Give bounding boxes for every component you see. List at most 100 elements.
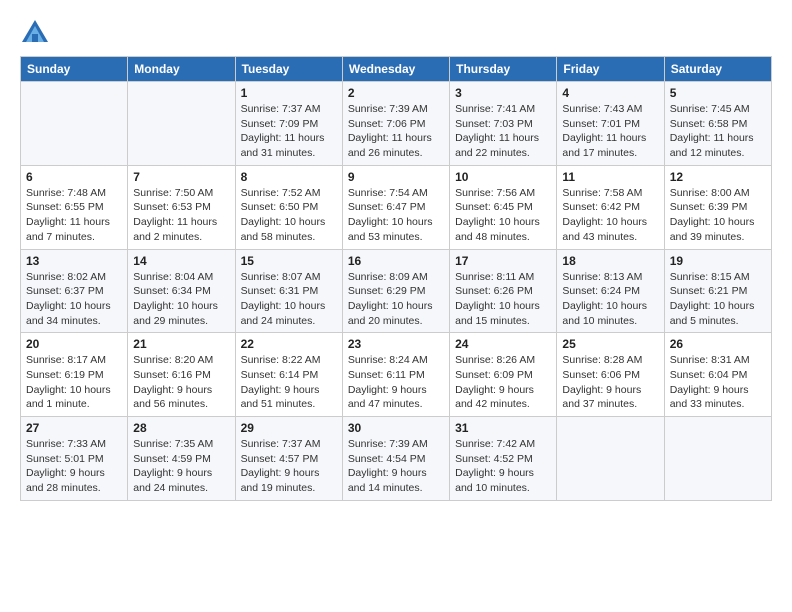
day-number: 2 (348, 86, 444, 100)
cell-info: Sunrise: 7:43 AMSunset: 7:01 PMDaylight:… (562, 102, 658, 161)
cell-info-line: Sunset: 6:45 PM (455, 200, 551, 215)
cell-info: Sunrise: 8:28 AMSunset: 6:06 PMDaylight:… (562, 353, 658, 412)
cell-info-line: Daylight: 10 hours and 1 minute. (26, 383, 122, 412)
day-number: 1 (241, 86, 337, 100)
cell-info-line: Daylight: 9 hours and 10 minutes. (455, 466, 551, 495)
cell-info-line: Daylight: 11 hours and 22 minutes. (455, 131, 551, 160)
calendar-cell: 8Sunrise: 7:52 AMSunset: 6:50 PMDaylight… (235, 165, 342, 249)
cell-info-line: Daylight: 9 hours and 37 minutes. (562, 383, 658, 412)
cell-info-line: Daylight: 9 hours and 47 minutes. (348, 383, 444, 412)
calendar-cell: 30Sunrise: 7:39 AMSunset: 4:54 PMDayligh… (342, 417, 449, 501)
cell-info: Sunrise: 7:42 AMSunset: 4:52 PMDaylight:… (455, 437, 551, 496)
cell-info-line: Sunrise: 7:56 AM (455, 186, 551, 201)
day-number: 3 (455, 86, 551, 100)
calendar-week-row: 20 Sunrise: 8:17 AMSunset: 6:19 PMDayligh… (21, 333, 772, 417)
day-number: 25 (562, 337, 658, 351)
cell-info-line: Sunset: 6:58 PM (670, 117, 766, 132)
cell-info-line: Sunrise: 8:20 AM (133, 353, 229, 368)
calendar-cell: 25 Sunrise: 8:28 AMSunset: 6:06 PMDayligh… (557, 333, 664, 417)
cell-info-line: Sunrise: 8:31 AM (670, 353, 766, 368)
calendar-cell (664, 417, 771, 501)
day-number: 12 (670, 170, 766, 184)
calendar-page: Sunday Monday Tuesday Wednesday Thursday… (0, 0, 792, 612)
cell-info-line: Daylight: 10 hours and 58 minutes. (241, 215, 337, 244)
cell-info-line: Daylight: 10 hours and 48 minutes. (455, 215, 551, 244)
cell-info-line: Sunrise: 7:58 AM (562, 186, 658, 201)
cell-info-line: Sunset: 6:53 PM (133, 200, 229, 215)
cell-info-line: Sunset: 6:50 PM (241, 200, 337, 215)
day-number: 20 (26, 337, 122, 351)
cell-info: Sunrise: 8:24 AMSunset: 6:11 PMDaylight:… (348, 353, 444, 412)
cell-info-line: Daylight: 10 hours and 15 minutes. (455, 299, 551, 328)
logo-icon (20, 16, 50, 46)
cell-info-line: Sunrise: 8:26 AM (455, 353, 551, 368)
cell-info-line: Sunrise: 7:37 AM (241, 437, 337, 452)
calendar-cell: 2Sunrise: 7:39 AMSunset: 7:06 PMDaylight… (342, 82, 449, 166)
cell-info-line: Sunrise: 7:39 AM (348, 102, 444, 117)
day-number: 18 (562, 254, 658, 268)
cell-info-line: Sunrise: 7:42 AM (455, 437, 551, 452)
calendar-cell: 23Sunrise: 8:24 AMSunset: 6:11 PMDayligh… (342, 333, 449, 417)
cell-info-line: Sunrise: 8:02 AM (26, 270, 122, 285)
day-number: 19 (670, 254, 766, 268)
cell-info: Sunrise: 8:15 AMSunset: 6:21 PMDaylight:… (670, 270, 766, 329)
calendar-table: Sunday Monday Tuesday Wednesday Thursday… (20, 56, 772, 501)
day-number: 27 (26, 421, 122, 435)
cell-info: Sunrise: 7:39 AMSunset: 4:54 PMDaylight:… (348, 437, 444, 496)
day-number: 4 (562, 86, 658, 100)
cell-info: Sunrise: 7:48 AMSunset: 6:55 PMDaylight:… (26, 186, 122, 245)
calendar-cell: 29Sunrise: 7:37 AMSunset: 4:57 PMDayligh… (235, 417, 342, 501)
header-saturday: Saturday (664, 57, 771, 82)
cell-info: Sunrise: 7:35 AMSunset: 4:59 PMDaylight:… (133, 437, 229, 496)
cell-info-line: Daylight: 10 hours and 34 minutes. (26, 299, 122, 328)
cell-info-line: Sunrise: 7:43 AM (562, 102, 658, 117)
cell-info-line: Daylight: 11 hours and 7 minutes. (26, 215, 122, 244)
cell-info: Sunrise: 7:37 AMSunset: 4:57 PMDaylight:… (241, 437, 337, 496)
cell-info-line: Sunset: 6:04 PM (670, 368, 766, 383)
calendar-cell: 6Sunrise: 7:48 AMSunset: 6:55 PMDaylight… (21, 165, 128, 249)
cell-info-line: Sunset: 6:55 PM (26, 200, 122, 215)
cell-info: Sunrise: 7:33 AMSunset: 5:01 PMDaylight:… (26, 437, 122, 496)
cell-info-line: Sunset: 6:37 PM (26, 284, 122, 299)
calendar-cell: 4 Sunrise: 7:43 AMSunset: 7:01 PMDaylight… (557, 82, 664, 166)
cell-info-line: Daylight: 10 hours and 39 minutes. (670, 215, 766, 244)
cell-info-line: Sunset: 6:11 PM (348, 368, 444, 383)
calendar-cell: 28Sunrise: 7:35 AMSunset: 4:59 PMDayligh… (128, 417, 235, 501)
calendar-cell: 21Sunrise: 8:20 AMSunset: 6:16 PMDayligh… (128, 333, 235, 417)
calendar-week-row: 6Sunrise: 7:48 AMSunset: 6:55 PMDaylight… (21, 165, 772, 249)
calendar-cell: 18Sunrise: 8:13 AMSunset: 6:24 PMDayligh… (557, 249, 664, 333)
cell-info-line: Sunrise: 8:11 AM (455, 270, 551, 285)
cell-info-line: Sunset: 6:39 PM (670, 200, 766, 215)
cell-info-line: Daylight: 10 hours and 5 minutes. (670, 299, 766, 328)
header-friday: Friday (557, 57, 664, 82)
cell-info-line: Sunrise: 7:33 AM (26, 437, 122, 452)
cell-info-line: Sunrise: 8:22 AM (241, 353, 337, 368)
calendar-cell: 14Sunrise: 8:04 AMSunset: 6:34 PMDayligh… (128, 249, 235, 333)
cell-info-line: Sunrise: 7:35 AM (133, 437, 229, 452)
cell-info-line: Sunrise: 7:39 AM (348, 437, 444, 452)
calendar-week-row: 13Sunrise: 8:02 AMSunset: 6:37 PMDayligh… (21, 249, 772, 333)
cell-info-line: Sunrise: 8:04 AM (133, 270, 229, 285)
cell-info-line: Sunset: 6:24 PM (562, 284, 658, 299)
calendar-cell: 27 Sunrise: 7:33 AMSunset: 5:01 PMDayligh… (21, 417, 128, 501)
cell-info-line: Sunrise: 7:50 AM (133, 186, 229, 201)
cell-info: Sunrise: 7:37 AMSunset: 7:09 PMDaylight:… (241, 102, 337, 161)
calendar-cell: 5Sunrise: 7:45 AMSunset: 6:58 PMDaylight… (664, 82, 771, 166)
cell-info: Sunrise: 7:45 AMSunset: 6:58 PMDaylight:… (670, 102, 766, 161)
page-header (20, 16, 772, 46)
cell-info-line: Sunset: 6:42 PM (562, 200, 658, 215)
day-number: 31 (455, 421, 551, 435)
cell-info: Sunrise: 7:50 AMSunset: 6:53 PMDaylight:… (133, 186, 229, 245)
cell-info-line: Sunset: 6:34 PM (133, 284, 229, 299)
calendar-cell: 16Sunrise: 8:09 AMSunset: 6:29 PMDayligh… (342, 249, 449, 333)
logo (20, 16, 54, 46)
calendar-cell: 26Sunrise: 8:31 AMSunset: 6:04 PMDayligh… (664, 333, 771, 417)
cell-info-line: Sunset: 4:54 PM (348, 452, 444, 467)
weekday-header-row: Sunday Monday Tuesday Wednesday Thursday… (21, 57, 772, 82)
cell-info: Sunrise: 8:17 AMSunset: 6:19 PMDaylight:… (26, 353, 122, 412)
cell-info: Sunrise: 7:58 AMSunset: 6:42 PMDaylight:… (562, 186, 658, 245)
day-number: 14 (133, 254, 229, 268)
cell-info-line: Sunrise: 8:24 AM (348, 353, 444, 368)
cell-info: Sunrise: 7:56 AMSunset: 6:45 PMDaylight:… (455, 186, 551, 245)
cell-info-line: Daylight: 9 hours and 14 minutes. (348, 466, 444, 495)
